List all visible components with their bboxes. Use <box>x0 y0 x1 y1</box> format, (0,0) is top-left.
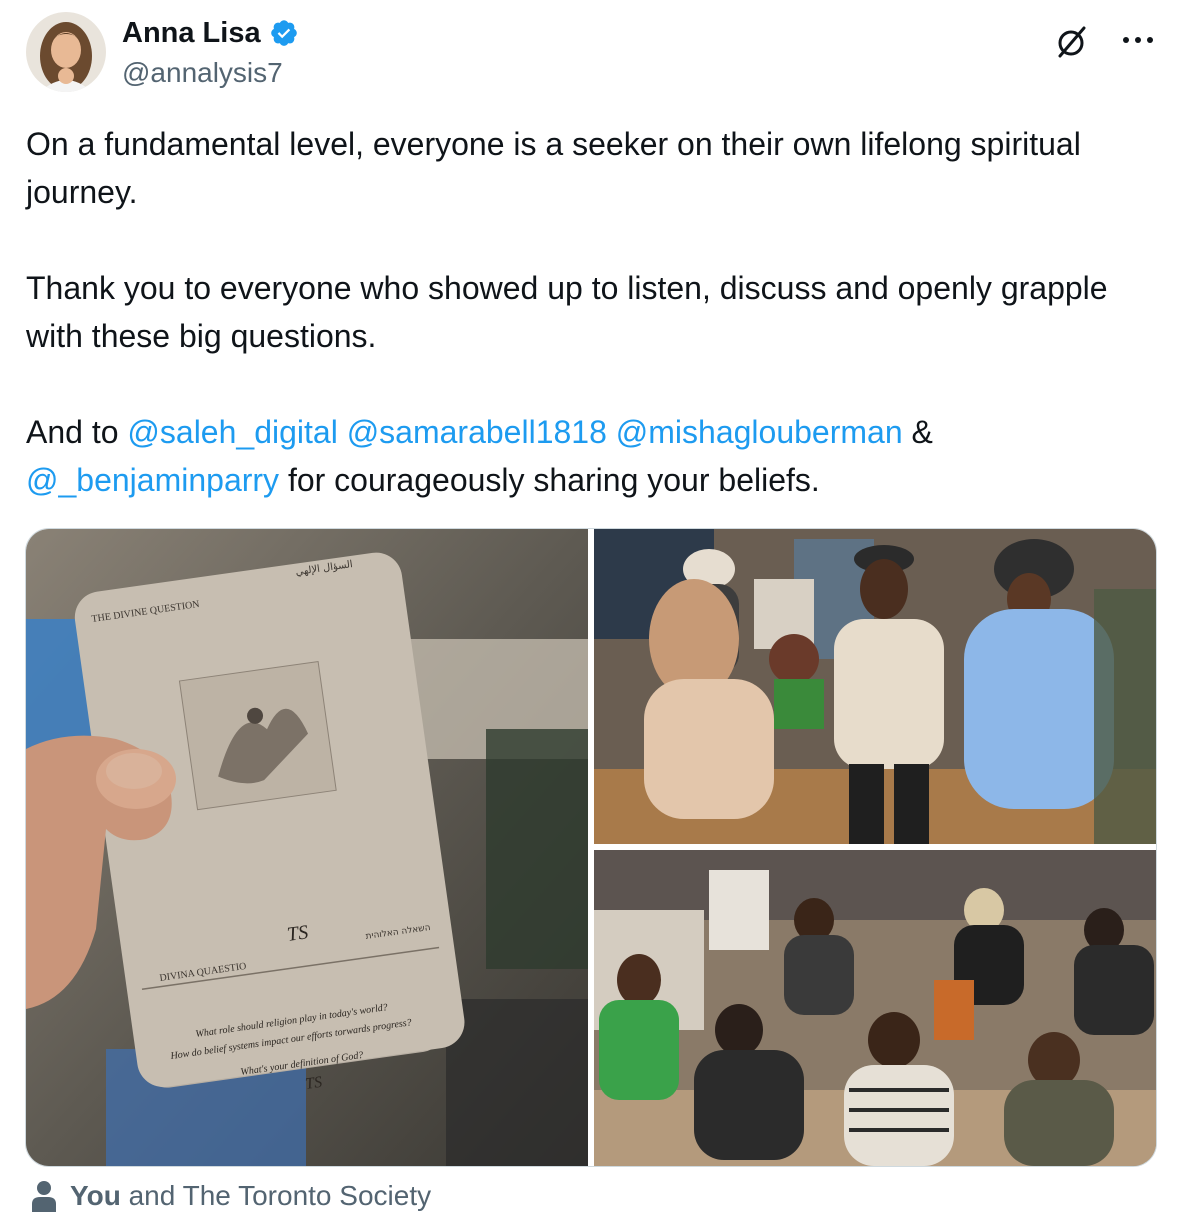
author-handle[interactable]: @annalysis7 <box>122 56 283 90</box>
tweet-paragraph: Thank you to everyone who showed up to l… <box>26 270 1108 354</box>
tagged-you[interactable]: You <box>70 1180 121 1211</box>
person-icon <box>32 1181 56 1212</box>
tweet-paragraph: And to @saleh_digital @samarabell1818 @m… <box>26 408 1146 504</box>
tagged-rest[interactable]: and The Toronto Society <box>129 1180 432 1211</box>
tweet-text-segment: And to <box>26 414 128 450</box>
seated-crowd-photo[interactable] <box>594 850 1156 1166</box>
mention-link[interactable]: @samarabell1818 <box>347 414 607 450</box>
mention-link[interactable]: @mishaglouberman <box>616 414 903 450</box>
mention-link[interactable]: @saleh_digital <box>127 414 337 450</box>
card-logo-bottom: TS <box>304 1074 323 1093</box>
standing-group-photo[interactable] <box>594 529 1156 844</box>
verified-badge-icon <box>270 20 297 46</box>
card-logo: TS <box>286 921 310 946</box>
card-photo[interactable]: THE DIVINE QUESTION السؤال الإلهي השאלה … <box>26 529 588 1166</box>
author-name-row[interactable]: Anna Lisa <box>122 16 299 50</box>
tweet-paragraph: On a fundamental level, everyone is a se… <box>26 126 1081 210</box>
avatar[interactable] <box>26 12 106 92</box>
media-grid: THE DIVINE QUESTION السؤال الإلهي השאלה … <box>25 528 1157 1167</box>
tagged-users[interactable]: You and The Toronto Society <box>30 1178 431 1214</box>
more-icon[interactable] <box>1118 30 1158 50</box>
tweet-text-segment: & <box>902 414 933 450</box>
author-display-name[interactable]: Anna Lisa <box>122 16 261 50</box>
grok-icon[interactable] <box>1052 22 1092 62</box>
mention-link[interactable]: @_benjaminparry <box>26 462 279 498</box>
tweet-text-segment: for courageously sharing your beliefs. <box>279 462 820 498</box>
tweet-text: On a fundamental level, everyone is a se… <box>26 120 1146 504</box>
